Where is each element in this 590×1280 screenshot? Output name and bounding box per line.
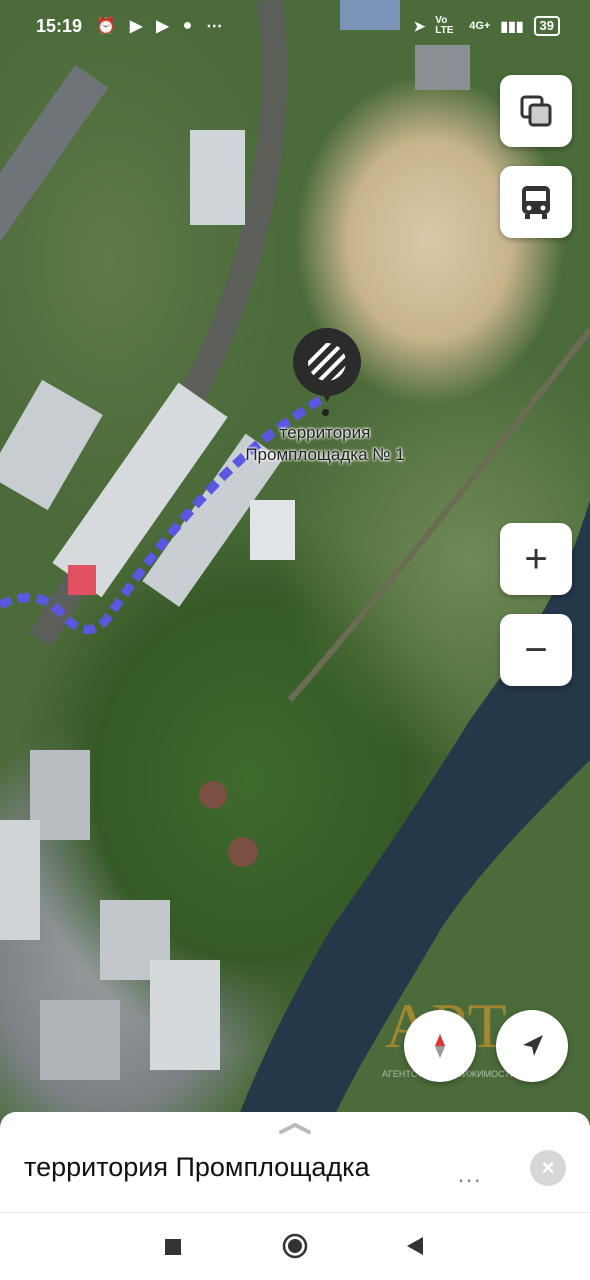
building — [0, 820, 40, 940]
system-nav-bar — [0, 1212, 590, 1280]
status-time: 15:19 — [36, 15, 83, 36]
zoom-out-button[interactable]: − — [500, 614, 572, 686]
building — [150, 960, 220, 1070]
alarm-icon: ⏰ — [96, 18, 116, 35]
home-button[interactable] — [282, 1233, 308, 1259]
location-status-icon: ➤ — [413, 17, 426, 34]
plus-icon: + — [524, 537, 548, 581]
transport-button[interactable] — [500, 166, 572, 238]
tank — [199, 781, 227, 809]
compass-button[interactable] — [404, 1010, 476, 1082]
bus-icon — [522, 186, 550, 219]
building — [0, 64, 109, 244]
sheet-title-ellipsis: ... — [458, 1162, 483, 1187]
message-icon: ● — [182, 17, 193, 34]
compass-icon — [435, 1034, 445, 1058]
place-label-line2: Промплощадка № 1 — [245, 445, 405, 464]
battery-icon: 39 — [533, 16, 560, 36]
layers-icon — [520, 95, 552, 127]
minus-icon: − — [524, 628, 548, 672]
network-label: 4G+ — [469, 20, 491, 32]
sheet-title: территория Промплощадка — [24, 1152, 370, 1182]
back-button[interactable] — [405, 1235, 425, 1257]
my-location-button[interactable] — [496, 1010, 568, 1082]
pin-point — [322, 409, 329, 416]
building — [0, 379, 103, 511]
building — [190, 130, 245, 225]
status-right-icons: ➤ Vo LTE 4G+ ▮▮▮ 39 — [414, 16, 560, 36]
status-bar: 15:19 ⏰ ▶ ▶ ● ⋯ ➤ Vo LTE 4G+ ▮▮▮ 39 — [0, 0, 590, 52]
close-button[interactable]: × — [530, 1150, 566, 1186]
play-icon: ▶ — [129, 18, 143, 35]
tank — [228, 837, 258, 867]
building-red-roof — [68, 565, 96, 595]
more-icon: ⋯ — [206, 18, 223, 35]
place-label[interactable]: территория Промплощадка № 1 — [210, 422, 440, 466]
volte-label: Vo LTE — [435, 15, 454, 36]
building — [40, 1000, 120, 1080]
place-bottom-sheet[interactable]: территория Промплощадка ... × — [0, 1112, 590, 1212]
sheet-handle-icon[interactable] — [278, 1122, 312, 1134]
layers-button[interactable] — [500, 75, 572, 147]
building — [250, 500, 295, 560]
play-icon: ▶ — [156, 18, 169, 35]
signal-icon: ▮▮▮ — [500, 17, 524, 34]
recent-apps-button[interactable] — [163, 1237, 183, 1257]
zoom-in-button[interactable]: + — [500, 523, 572, 595]
navigation-arrow-icon — [523, 1035, 543, 1056]
place-pin[interactable] — [293, 328, 361, 402]
striped-circle-icon — [308, 343, 346, 381]
place-label-line1: территория — [279, 423, 371, 442]
